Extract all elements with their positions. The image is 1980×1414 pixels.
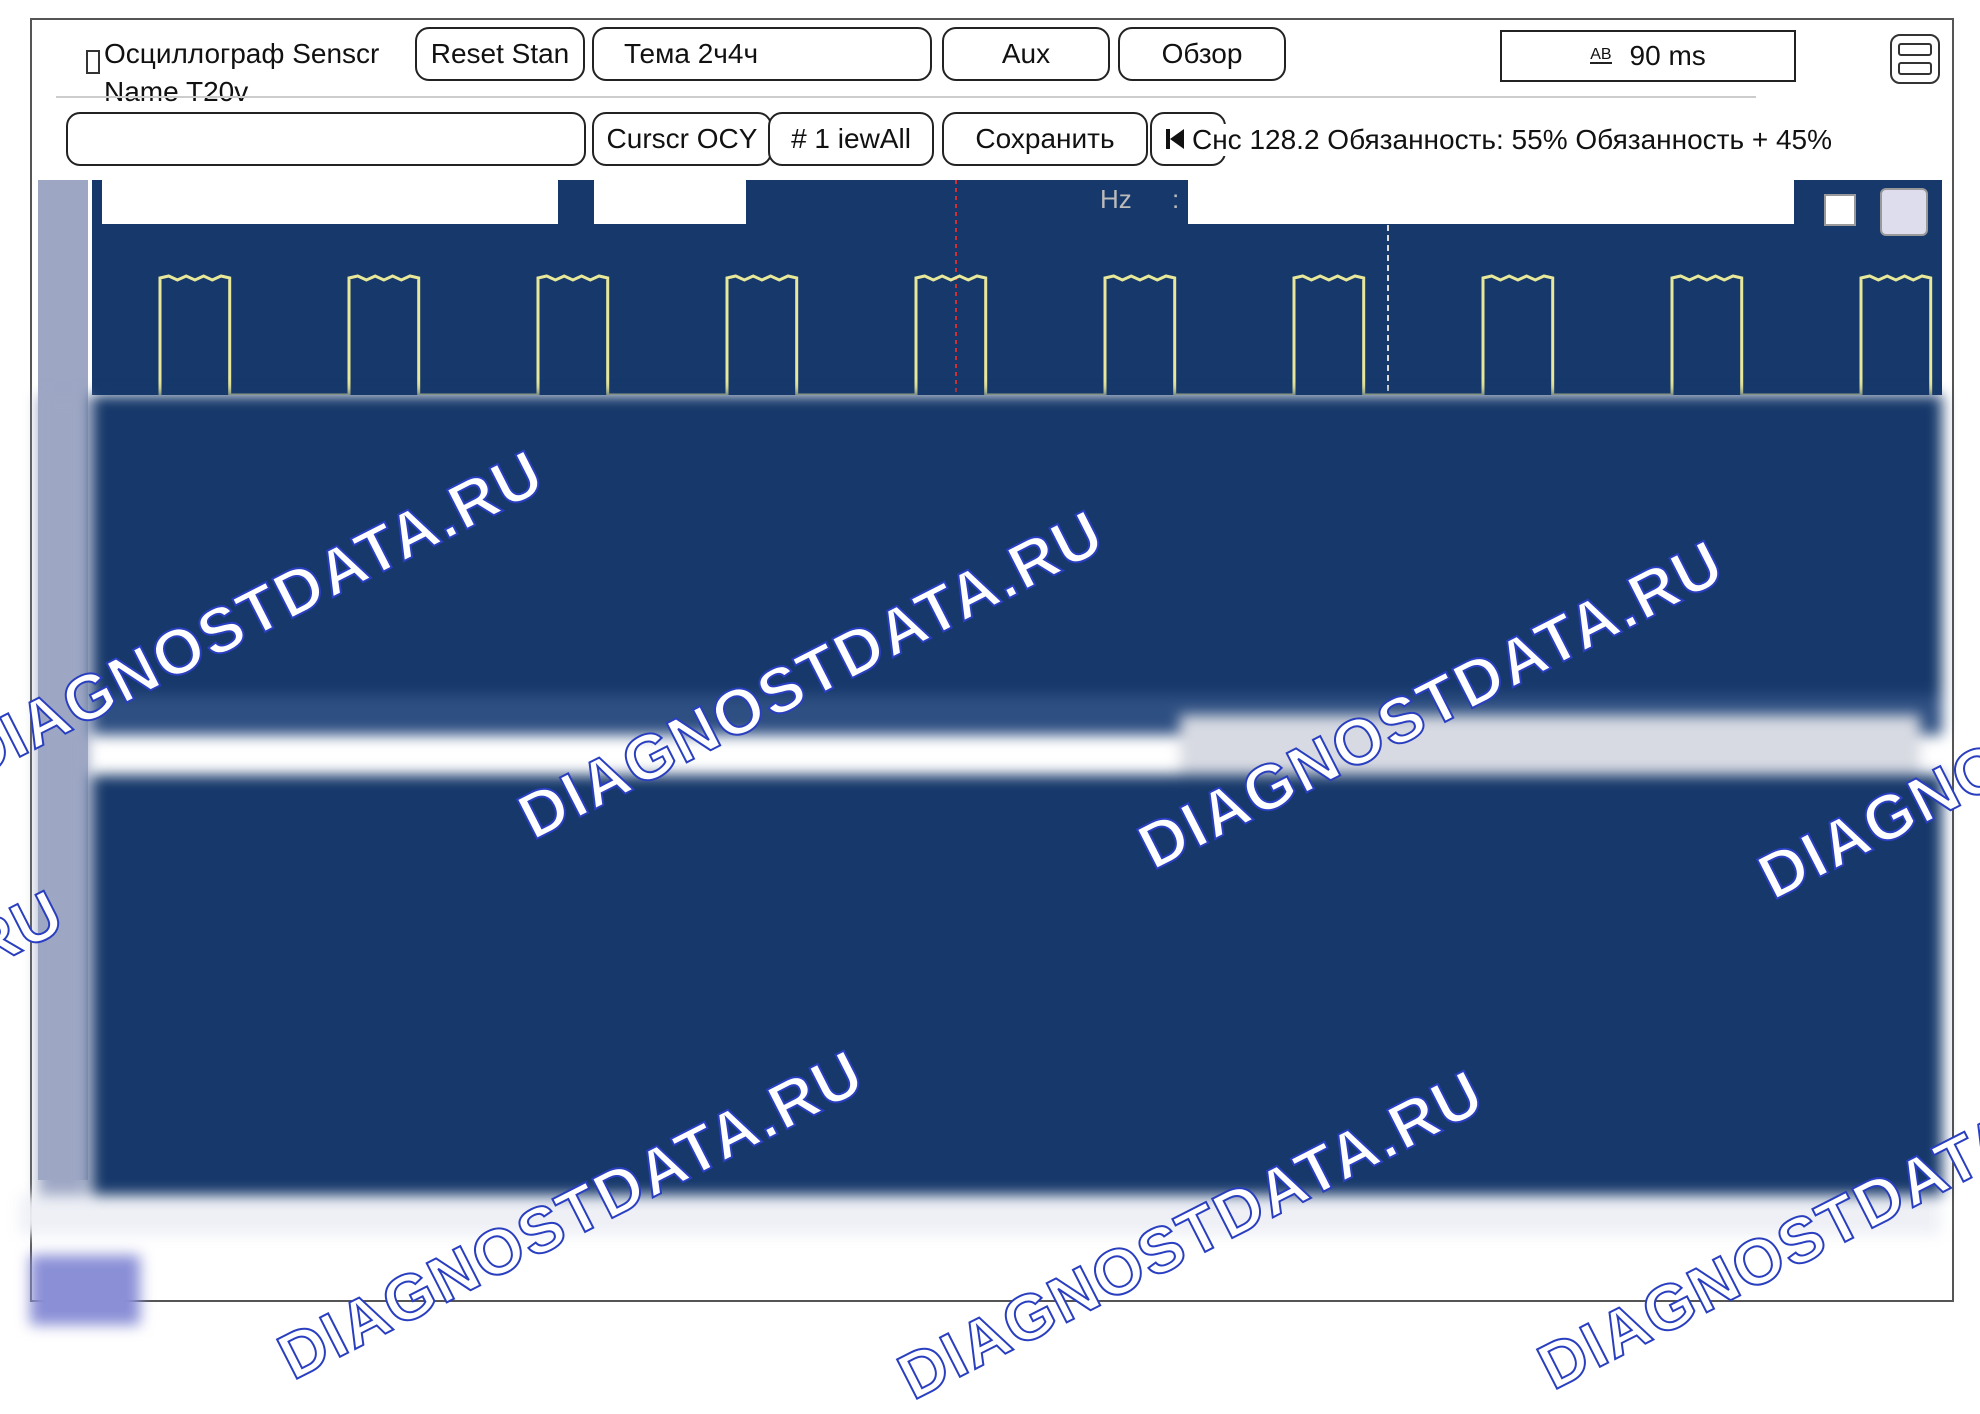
measurement-readout: Снс 128.2 Обязанность: 55% Обязанность +…: [1192, 124, 1833, 156]
cursor-button[interactable]: Curscr OCY: [592, 112, 772, 166]
viewall-button[interactable]: # 1 iewAll: [768, 112, 934, 166]
name-label: Name T20v: [104, 76, 249, 107]
timebase-value: 90 ms: [1629, 40, 1706, 71]
play-reverse-icon: [1170, 129, 1184, 149]
window-title: Осциллограф Senscr: [104, 38, 380, 69]
timebase-icon: AB: [1590, 46, 1612, 64]
reset-button[interactable]: Reset Stan: [415, 27, 585, 81]
field-left[interactable]: [66, 112, 586, 166]
waveform-svg: [158, 180, 1933, 395]
timebase-box[interactable]: AB 90 ms: [1500, 30, 1796, 82]
hamburger-menu-icon[interactable]: [1890, 34, 1940, 84]
window-menu-icon[interactable]: [86, 50, 100, 74]
overview-button[interactable]: Обзор: [1118, 27, 1286, 81]
theme-button[interactable]: Тема 2ч4ч: [592, 27, 932, 81]
aux-button[interactable]: Aux: [942, 27, 1110, 81]
save-button[interactable]: Сохранить: [942, 112, 1148, 166]
row-divider: [56, 96, 1756, 98]
